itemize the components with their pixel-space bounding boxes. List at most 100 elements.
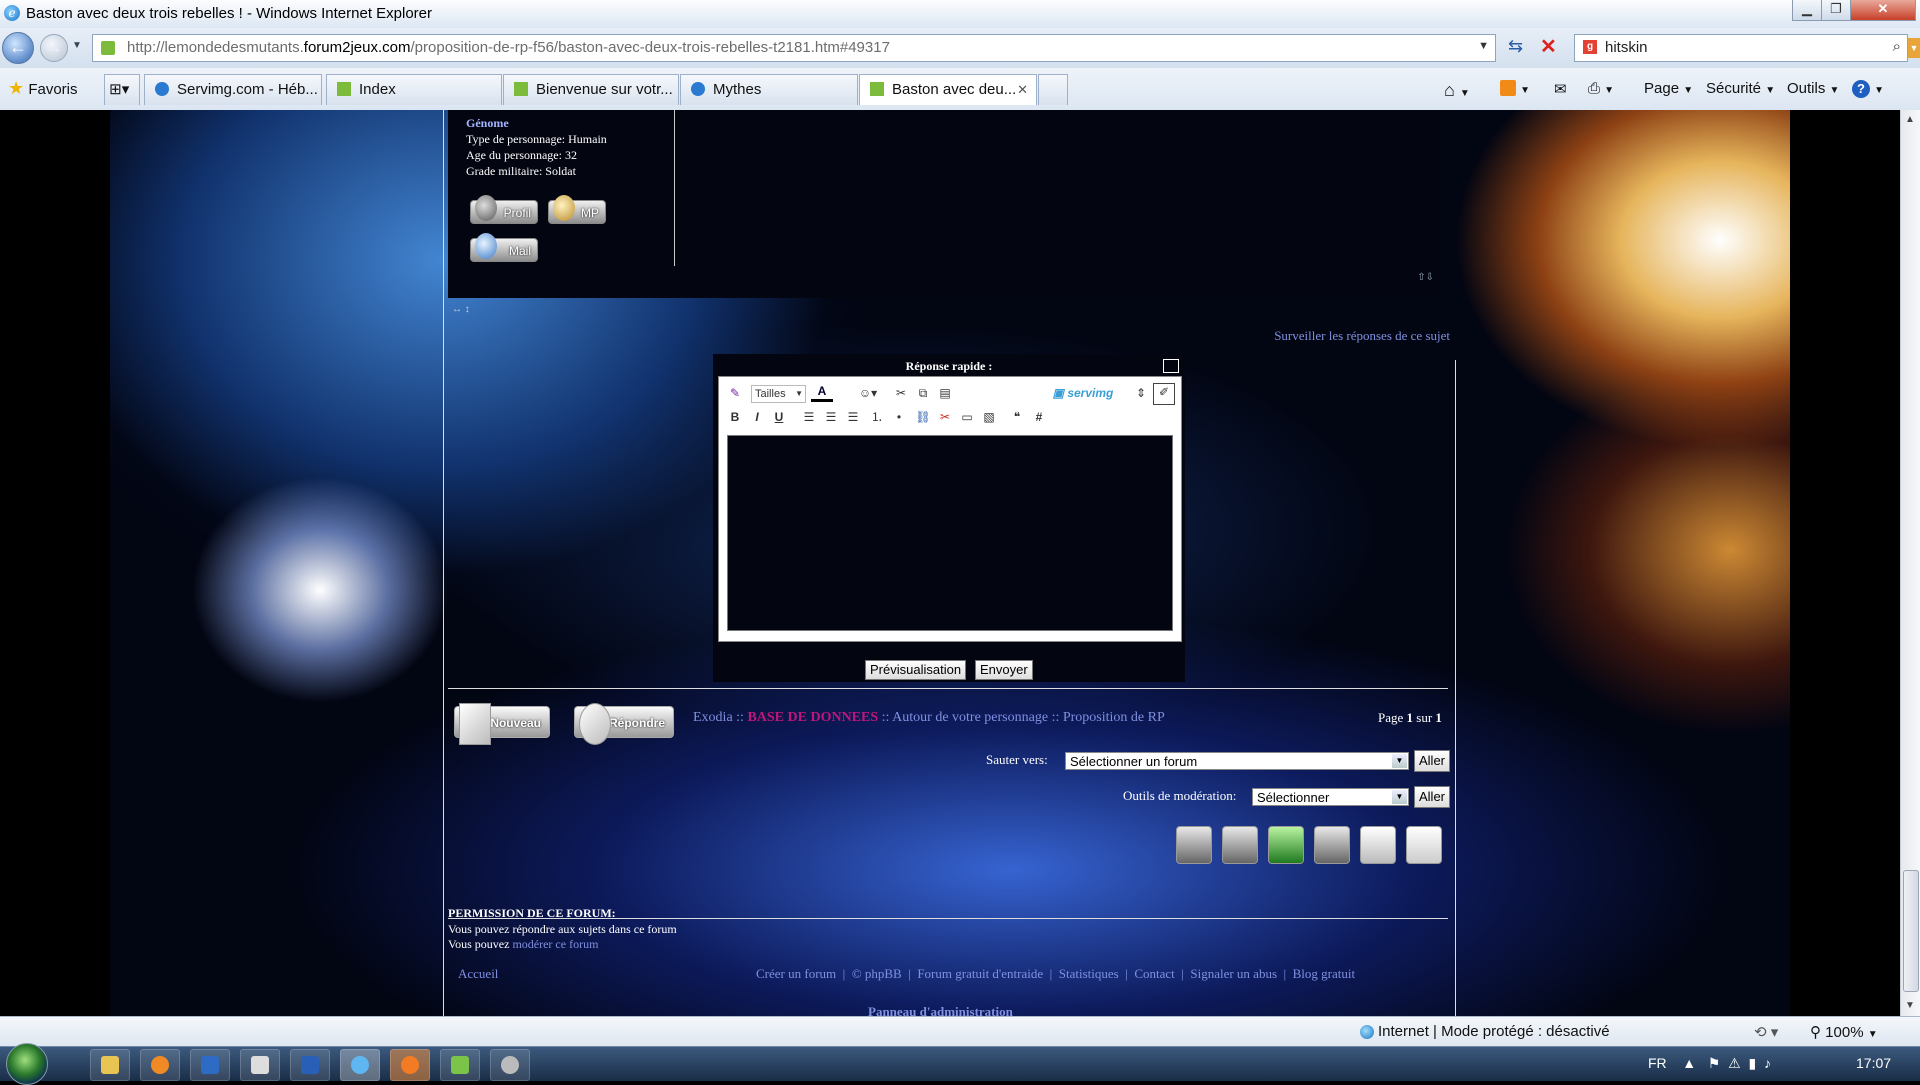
- compat-view-icon[interactable]: ⇆: [1508, 36, 1523, 57]
- footer-link-create[interactable]: Créer un forum: [756, 966, 836, 981]
- close-tab-icon[interactable]: ✕: [1017, 75, 1028, 105]
- unlink-icon[interactable]: ✂: [937, 409, 953, 425]
- security-menu[interactable]: Sécurité ▼: [1706, 80, 1775, 97]
- footer-link-phpbb[interactable]: © phpBB: [852, 966, 902, 981]
- footer-link-stats[interactable]: Statistiques: [1059, 966, 1119, 981]
- send-button[interactable]: Envoyer: [975, 660, 1033, 680]
- font-size-select[interactable]: Tailles ▼: [751, 385, 806, 403]
- footer-link-abuse[interactable]: Signaler un abus: [1190, 966, 1277, 981]
- bullet-list-icon[interactable]: •: [891, 409, 907, 425]
- explorer-taskbar-icon[interactable]: [90, 1049, 130, 1081]
- hr-icon[interactable]: ▭: [959, 409, 975, 425]
- resize-icon[interactable]: ⇕: [1135, 385, 1147, 401]
- preview-button[interactable]: Prévisualisation: [865, 660, 967, 680]
- bold-icon[interactable]: B: [727, 409, 743, 425]
- app3-taskbar-icon[interactable]: [440, 1049, 480, 1081]
- maximize-button[interactable]: ❐: [1821, 0, 1851, 21]
- scroll-up-icon[interactable]: ▲: [1905, 114, 1915, 125]
- image-icon[interactable]: ▧: [981, 409, 997, 425]
- app4-taskbar-icon[interactable]: [490, 1049, 530, 1081]
- tab-servimg[interactable]: Servimg.com - Héb...: [144, 74, 322, 105]
- servimg-button[interactable]: ▣ servimg: [1041, 385, 1125, 401]
- clock[interactable]: 17:07: [1856, 1055, 1891, 1071]
- align-right-icon[interactable]: ☰: [845, 409, 861, 425]
- feeds-icon[interactable]: ▼: [1500, 80, 1530, 97]
- security-icon[interactable]: ⚠: [1728, 1055, 1741, 1071]
- back-button[interactable]: ←: [2, 32, 34, 64]
- flag-icon[interactable]: ⚑: [1708, 1055, 1721, 1071]
- footer-home-link[interactable]: Accueil: [458, 966, 498, 981]
- mail-icon[interactable]: ✉: [1554, 80, 1567, 98]
- favorites-button[interactable]: ★ Favoris: [8, 78, 78, 99]
- app-taskbar-icon[interactable]: [190, 1049, 230, 1081]
- forward-button[interactable]: →: [40, 34, 68, 62]
- word-taskbar-icon[interactable]: [290, 1049, 330, 1081]
- close-window-button[interactable]: ✕: [1850, 0, 1916, 21]
- minimize-button[interactable]: ▁: [1792, 0, 1822, 21]
- scroll-thumb[interactable]: [1903, 870, 1919, 992]
- tab-baston[interactable]: Baston avec deu... ✕: [859, 74, 1037, 105]
- vertical-scrollbar[interactable]: ▲ ▼: [1900, 110, 1920, 1016]
- expand-editor-icon[interactable]: [1163, 359, 1179, 373]
- tab-index[interactable]: Index: [326, 74, 502, 105]
- firefox-taskbar-icon[interactable]: [390, 1049, 430, 1081]
- start-button[interactable]: [6, 1043, 48, 1085]
- mail-button[interactable]: Mail: [470, 233, 538, 262]
- lock-icon[interactable]: [1314, 826, 1350, 864]
- breadcrumb-item-proposition[interactable]: Proposition de RP: [1063, 710, 1165, 725]
- moderation-select[interactable]: Sélectionner ▼: [1252, 788, 1409, 806]
- code-icon[interactable]: #: [1031, 409, 1047, 425]
- remove-format-icon[interactable]: ✎: [727, 385, 743, 401]
- breadcrumb-item-autour[interactable]: Autour de votre personnage: [892, 710, 1048, 725]
- protected-mode-icon[interactable]: ⟲ ▾: [1754, 1023, 1778, 1041]
- ordered-list-icon[interactable]: ⒈: [869, 409, 885, 425]
- home-icon[interactable]: ⌂ ▼: [1444, 80, 1470, 101]
- app2-taskbar-icon[interactable]: [240, 1049, 280, 1081]
- new-topic-button[interactable]: Nouveau: [454, 703, 550, 745]
- help-icon[interactable]: ? ▼: [1852, 80, 1884, 98]
- scroll-arrows-icon[interactable]: ⇧⇩: [1417, 272, 1434, 283]
- volume-icon[interactable]: ♪: [1764, 1055, 1771, 1071]
- search-box[interactable]: g hitskin ⌕: [1574, 34, 1908, 62]
- reply-button[interactable]: Répondre: [574, 703, 674, 745]
- stop-icon[interactable]: ✕: [1540, 34, 1557, 59]
- pm-button[interactable]: MP: [548, 195, 606, 224]
- moderate-forum-link[interactable]: modérer ce forum: [512, 937, 598, 951]
- ie-taskbar-icon[interactable]: [340, 1049, 380, 1081]
- tab-bienvenue[interactable]: Bienvenue sur votr...: [503, 74, 679, 105]
- cut-icon[interactable]: ✂: [893, 385, 909, 401]
- search-icon[interactable]: ⌕: [1893, 38, 1901, 55]
- copy-icon[interactable]: ⧉: [915, 385, 931, 401]
- paste-icon[interactable]: ▤: [937, 385, 953, 401]
- bomb-icon[interactable]: [1176, 826, 1212, 864]
- underline-icon[interactable]: U: [771, 409, 787, 425]
- address-url[interactable]: http://lemondedesmutants.forum2jeux.com/…: [127, 39, 890, 56]
- address-dropdown-icon[interactable]: ▼: [1478, 40, 1489, 52]
- media-player-taskbar-icon[interactable]: [140, 1049, 180, 1081]
- quote-icon[interactable]: ❝: [1009, 409, 1025, 425]
- align-left-icon[interactable]: ☰: [801, 409, 817, 425]
- print-icon[interactable]: ⎙ ▼: [1588, 80, 1614, 97]
- trash-icon[interactable]: [1222, 826, 1258, 864]
- tools-menu[interactable]: Outils ▼: [1787, 80, 1839, 97]
- wysiwyg-toggle-icon[interactable]: ✐: [1153, 383, 1175, 405]
- watch-topic-link[interactable]: Surveiller les réponses de ce sujet: [1150, 328, 1450, 344]
- network-icon[interactable]: ▮: [1748, 1055, 1756, 1071]
- breadcrumb-item-base[interactable]: BASE DE DONNEES: [747, 710, 878, 725]
- moderation-go-button[interactable]: Aller: [1414, 786, 1451, 808]
- admin-panel-link[interactable]: Panneau d'administration: [868, 1004, 1013, 1016]
- align-center-icon[interactable]: ☰: [823, 409, 839, 425]
- scroll-down-icon[interactable]: ▼: [1905, 1000, 1915, 1011]
- link-icon[interactable]: ⛓: [915, 409, 931, 425]
- search-input[interactable]: hitskin: [1605, 39, 1648, 56]
- breadcrumb-item-exodia[interactable]: Exodia: [693, 710, 733, 725]
- message-textarea[interactable]: [727, 435, 1173, 631]
- italic-icon[interactable]: I: [749, 409, 765, 425]
- jump-select[interactable]: Sélectionner un forum ▼: [1065, 752, 1409, 770]
- address-bar[interactable]: http://lemondedesmutants.forum2jeux.com/…: [92, 34, 1496, 62]
- new-tab-button[interactable]: [1038, 74, 1068, 105]
- language-indicator[interactable]: FR: [1648, 1055, 1667, 1071]
- smiley-icon[interactable]: ☺▾: [855, 385, 881, 401]
- history-dropdown-icon[interactable]: ▼: [72, 40, 82, 51]
- search-options-icon[interactable]: ▼: [1908, 38, 1920, 58]
